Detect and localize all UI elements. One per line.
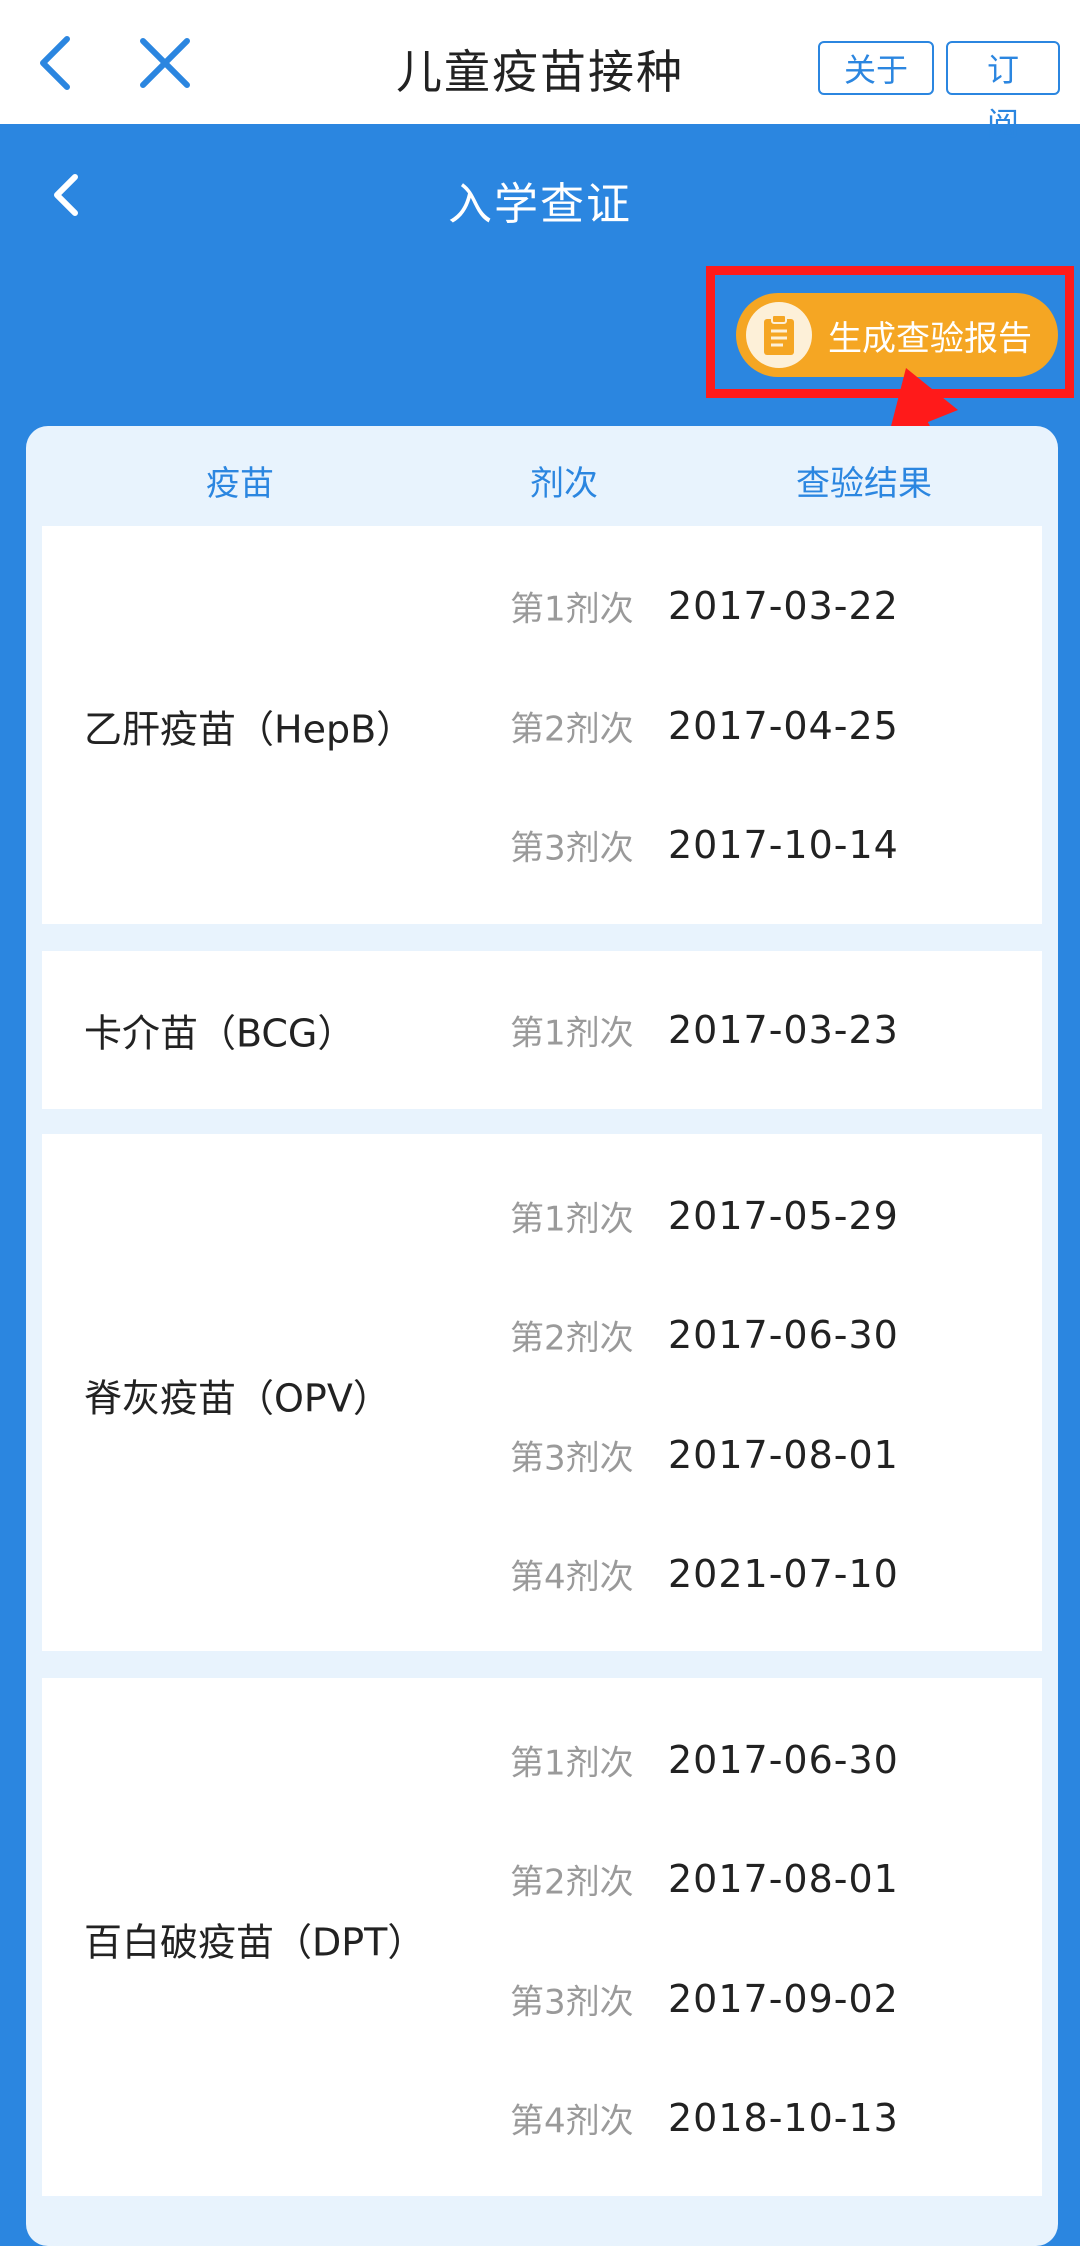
dose-label: 第3剂次 (510, 1438, 634, 1479)
vaccine-row-bcg: 卡介苗（BCG） 第1剂次 2017-03-23 (42, 951, 1042, 1109)
dose-date: 2017-08-01 (668, 1857, 899, 1901)
top-nav-bar: 儿童疫苗接种 关于 订阅 (0, 0, 1080, 143)
report-icon-circle (746, 302, 812, 368)
dose-label: 第1剂次 (510, 1199, 634, 1240)
dose-label: 第1剂次 (510, 589, 634, 630)
dose-date: 2017-05-29 (668, 1194, 899, 1238)
dose-label: 第3剂次 (510, 1982, 634, 2023)
dose-label: 第4剂次 (510, 1557, 634, 1598)
dose-date: 2021-07-10 (668, 1552, 899, 1596)
vaccine-name: 卡介苗（BCG） (84, 1011, 356, 1056)
dose-date: 2017-04-25 (668, 704, 899, 748)
about-button[interactable]: 关于 (818, 41, 934, 95)
dose-label: 第2剂次 (510, 709, 634, 750)
dose-date: 2018-10-13 (668, 2096, 899, 2140)
dose-label: 第2剂次 (510, 1862, 634, 1903)
dose-date: 2017-08-01 (668, 1433, 899, 1477)
column-header-dose: 剂次 (530, 464, 598, 504)
vaccine-name: 百白破疫苗（DPT） (84, 1920, 426, 1965)
vaccine-name: 脊灰疫苗（OPV） (84, 1376, 391, 1421)
vaccine-row-opv: 脊灰疫苗（OPV） 第1剂次 2017-05-29 第2剂次 2017-06-3… (42, 1134, 1042, 1651)
dose-date: 2017-10-14 (668, 823, 899, 867)
dose-label: 第4剂次 (510, 2101, 634, 2142)
dose-label: 第1剂次 (510, 1743, 634, 1784)
vaccine-row-dpt: 百白破疫苗（DPT） 第1剂次 2017-06-30 第2剂次 2017-08-… (42, 1678, 1042, 2196)
dose-date: 2017-06-30 (668, 1738, 899, 1782)
dose-label: 第1剂次 (510, 1013, 634, 1054)
dose-date: 2017-09-02 (668, 1977, 899, 2021)
column-header-result: 查验结果 (796, 464, 932, 504)
dose-date: 2017-06-30 (668, 1313, 899, 1357)
generate-report-label: 生成查验报告 (828, 318, 1032, 359)
dose-date: 2017-03-23 (668, 1008, 899, 1052)
subscribe-button[interactable]: 订阅 (946, 41, 1060, 143)
page-title: 入学查证 (448, 179, 632, 230)
dose-date: 2017-03-22 (668, 584, 899, 628)
column-header-vaccine: 疫苗 (206, 464, 274, 504)
dose-label: 第3剂次 (510, 828, 634, 869)
dose-label: 第2剂次 (510, 1318, 634, 1359)
vaccine-name: 乙肝疫苗（HepB） (84, 707, 415, 752)
vaccine-row-hepb: 乙肝疫苗（HepB） 第1剂次 2017-03-22 第2剂次 2017-04-… (42, 526, 1042, 924)
vaccine-table-card: 疫苗 剂次 查验结果 乙肝疫苗（HepB） 第1剂次 2017-03-22 第2… (26, 426, 1058, 2246)
clipboard-icon (764, 314, 794, 355)
